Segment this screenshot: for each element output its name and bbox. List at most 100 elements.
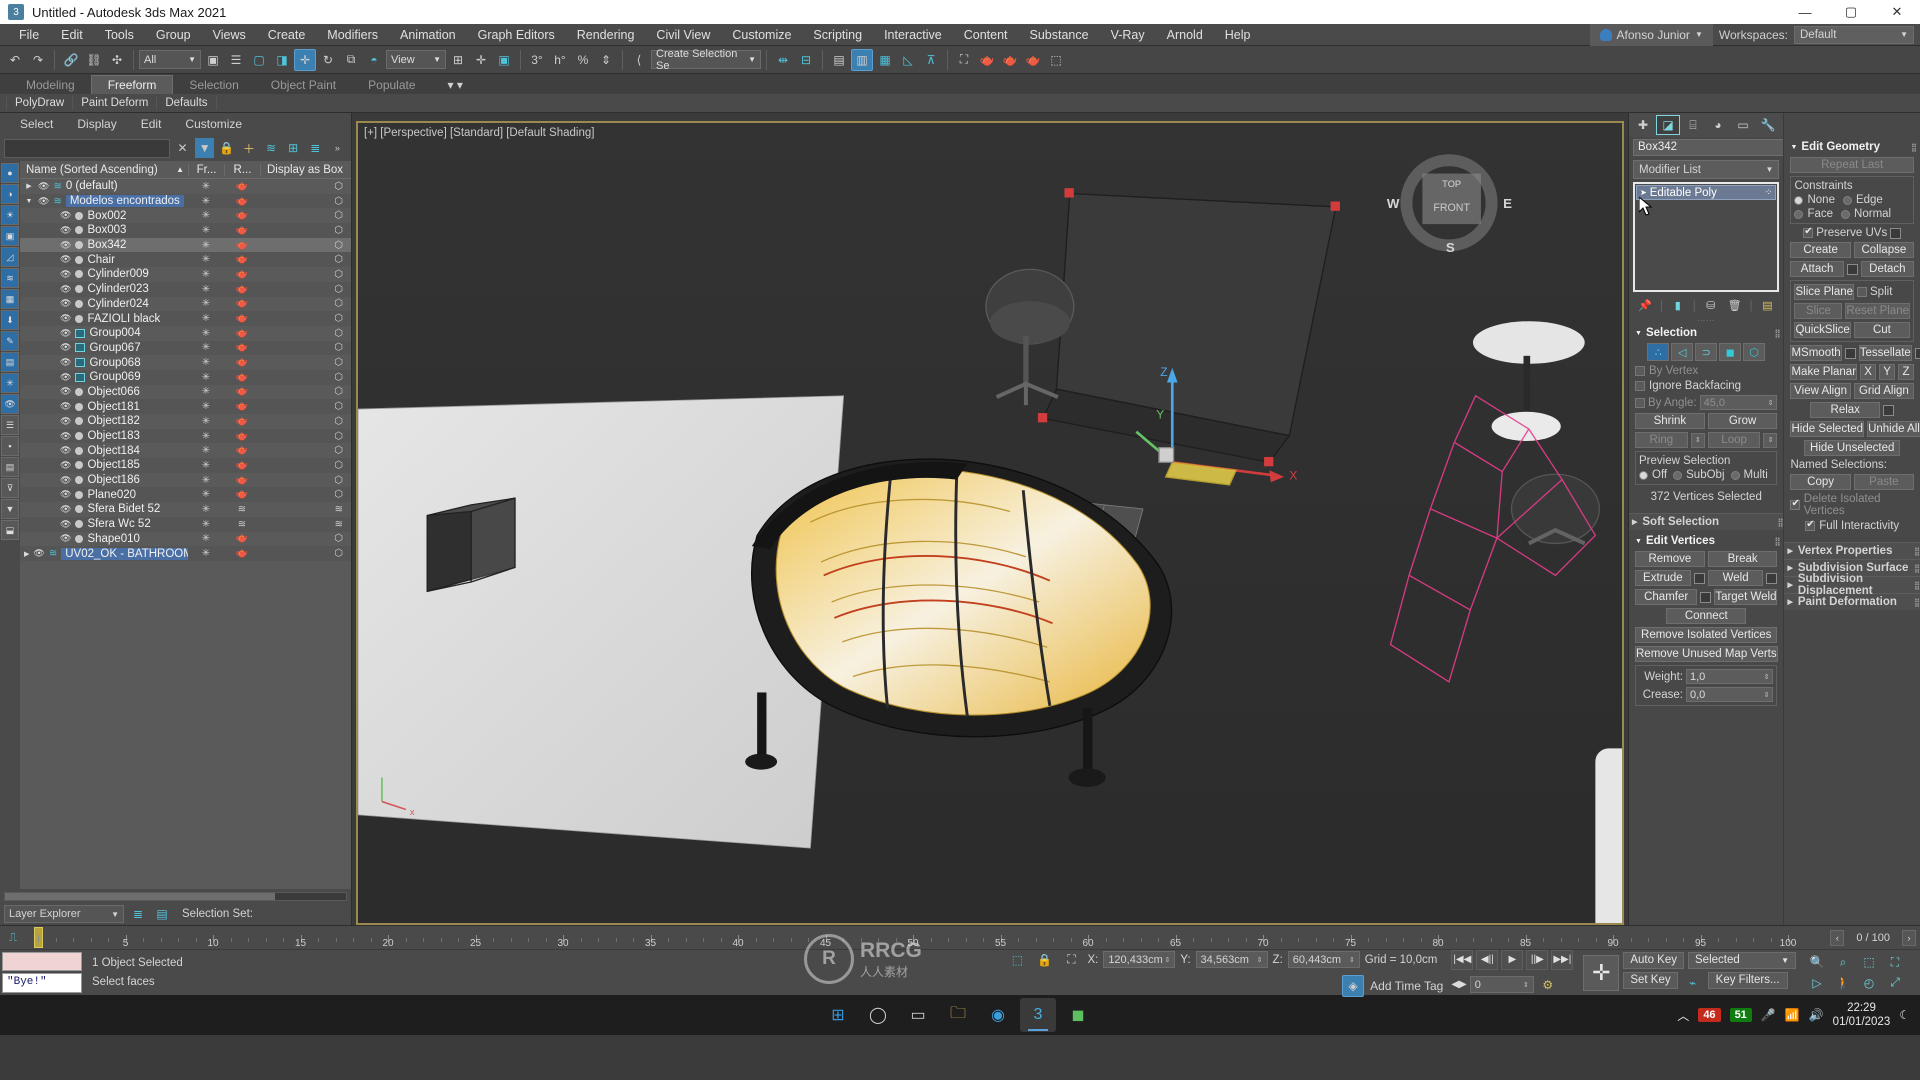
ribbon-subtab-defaults[interactable]: Defaults <box>157 96 217 110</box>
coord-y-input[interactable]: 34,563cm ⇕ <box>1195 951 1268 968</box>
row-name-cell[interactable]: 👁 Cylinder024 <box>20 298 188 310</box>
shrink-button[interactable]: Shrink <box>1635 413 1705 429</box>
select-and-move-icon[interactable]: ✛ <box>294 48 316 71</box>
ignore-backfacing-checkbox[interactable]: Ignore Backfacing <box>1635 380 1777 392</box>
loop-spinner[interactable]: ⇕ <box>1763 432 1778 448</box>
freeze-cell[interactable]: ✳ <box>188 475 224 486</box>
rollout-drag-handle[interactable]: ⣿ <box>1911 143 1917 152</box>
renderable-cell[interactable]: ≋ <box>224 504 260 515</box>
display-as-box-cell[interactable]: ⬡ <box>260 210 351 221</box>
ribbon-tab-selection[interactable]: Selection <box>173 76 254 94</box>
row-name-cell[interactable]: 👁 Group004 <box>20 327 188 339</box>
reference-coordinate-select[interactable]: View ▼ <box>386 50 446 69</box>
menu-item-substance[interactable]: Substance <box>1019 25 1100 45</box>
key-mode-toggle-icon[interactable]: ⌁ <box>1682 972 1704 994</box>
hide-selected-button[interactable]: Hide Selected <box>1790 421 1865 437</box>
renderable-cell[interactable]: 🫖 <box>224 313 260 324</box>
expand-tree-icon[interactable]: ⊞ <box>284 138 303 158</box>
display-as-box-cell[interactable]: ⬡ <box>260 313 351 324</box>
ribbon-subtab-polydraw[interactable]: PolyDraw <box>6 96 74 110</box>
spinner-arrows-icon[interactable]: ⇕ <box>1764 691 1770 699</box>
next-frame-button[interactable]: ||▶ <box>1526 949 1549 970</box>
remove-unused-map-verts-button[interactable]: Remove Unused Map Verts <box>1635 646 1778 662</box>
filter-xrefs-icon[interactable]: ⬇ <box>1 310 19 330</box>
visibility-eye-icon[interactable]: 👁 <box>60 460 71 471</box>
weld-button[interactable]: Weld <box>1707 570 1764 586</box>
select-by-name-icon[interactable]: ☰ <box>225 49 247 71</box>
grid-align-button[interactable]: Grid Align <box>1853 383 1914 399</box>
mirror-icon[interactable]: ⇹ <box>772 49 794 71</box>
table-row[interactable]: 👁 Cylinder024 ✳ 🫖 ⬡ <box>20 297 351 312</box>
row-name-cell[interactable]: 👁 Object182 <box>20 415 188 427</box>
remove-button[interactable]: Remove <box>1635 551 1705 567</box>
moon-notification-icon[interactable]: ☾ <box>1899 1008 1910 1022</box>
spinner-arrows-icon[interactable]: ⇕ <box>1764 673 1770 681</box>
menu-item-v-ray[interactable]: V-Ray <box>1100 25 1156 45</box>
menu-item-file[interactable]: File <box>8 25 50 45</box>
motion-tab[interactable]: ◕ <box>1706 115 1730 135</box>
zoom-region-icon[interactable]: ⛶ <box>1882 952 1908 972</box>
menu-item-scripting[interactable]: Scripting <box>802 25 873 45</box>
row-name-cell[interactable]: 👁 Box003 <box>20 224 188 236</box>
row-name-cell[interactable]: 👁 Cylinder009 <box>20 268 188 280</box>
filter-hidden-icon[interactable]: 👁 <box>1 394 19 414</box>
renderable-cell[interactable]: 🫖 <box>224 196 260 207</box>
preview-off-radio[interactable]: Off <box>1639 469 1667 481</box>
column-display-as-box[interactable]: Display as Box <box>260 163 351 176</box>
utilities-tab[interactable]: 🔧 <box>1756 115 1780 135</box>
display-list-icon[interactable]: ☰ <box>1 415 19 435</box>
display-as-box-cell[interactable]: ⬡ <box>260 386 351 397</box>
remove-isolated-vertices-button[interactable]: Remove Isolated Vertices <box>1635 627 1778 643</box>
hierarchy-tab[interactable]: ⌸ <box>1681 115 1705 135</box>
align-icon[interactable]: ⊟ <box>795 49 817 71</box>
visibility-eye-icon[interactable]: 👁 <box>60 284 71 295</box>
renderable-cell[interactable]: 🫖 <box>224 460 260 471</box>
preserve-uvs-checkbox[interactable] <box>1803 226 1814 238</box>
display-as-box-cell[interactable]: ⬡ <box>260 445 351 456</box>
weld-settings-icon[interactable] <box>1766 572 1778 584</box>
layer-manage-icon[interactable]: ≣ <box>128 904 148 924</box>
spinner-arrows-icon[interactable]: ⇕ <box>1164 956 1170 964</box>
key-filters-button[interactable]: Key Filters... <box>1707 971 1788 989</box>
spinner-arrows-icon[interactable]: ⇕ <box>1695 436 1701 444</box>
filter-helpers-icon[interactable]: ◿ <box>1 247 19 267</box>
visibility-eye-icon[interactable]: 👁 <box>60 431 71 442</box>
renderable-cell[interactable]: 🫖 <box>224 284 260 295</box>
viewport-label[interactable]: [+] [Perspective] [Standard] [Default Sh… <box>364 127 594 139</box>
play-animation-button[interactable]: ▶ <box>1501 949 1524 970</box>
freeze-cell[interactable]: ✳ <box>188 460 224 471</box>
select-and-scale-icon[interactable]: ⧉ <box>340 49 362 71</box>
table-row[interactable]: 👁 Shape010 ✳ 🫖 ⬡ <box>20 532 351 547</box>
hide-unselected-button[interactable]: Hide Unselected <box>1804 440 1901 456</box>
row-name-cell[interactable]: 👁 Group068 <box>20 357 188 369</box>
make-unique-icon[interactable]: ⛁ <box>1702 296 1720 314</box>
freeze-cell[interactable]: ✳ <box>188 504 224 515</box>
table-row[interactable]: 👁 Box003 ✳ 🫖 ⬡ <box>20 223 351 238</box>
freeze-cell[interactable]: ✳ <box>188 386 224 397</box>
menu-item-civil-view[interactable]: Civil View <box>645 25 721 45</box>
selection-lock-icon[interactable]: ⬚ <box>1006 949 1028 971</box>
collapsed-rollout-vertex-properties[interactable]: ▶ Vertex Properties ⣿ <box>1784 542 1920 559</box>
slice-button[interactable]: Slice <box>1794 303 1843 319</box>
renderable-cell[interactable]: 🫖 <box>224 225 260 236</box>
filter-lights-icon[interactable]: ☀ <box>1 205 19 225</box>
display-as-box-cell[interactable]: ⬡ <box>260 240 351 251</box>
table-row[interactable]: 👁 Group004 ✳ 🫖 ⬡ <box>20 326 351 341</box>
filter-cameras-icon[interactable]: ▣ <box>1 226 19 246</box>
rollout-drag-handle[interactable]: ⣿ <box>1914 581 1920 590</box>
table-row[interactable]: ▶ 👁 ≋ 0 (default) ✳ 🫖 ⬡ <box>20 179 351 194</box>
split-checkbox[interactable] <box>1857 287 1868 297</box>
freeze-cell[interactable]: ✳ <box>188 225 224 236</box>
freeze-cell[interactable]: ✳ <box>188 431 224 442</box>
freeze-cell[interactable]: ✳ <box>188 313 224 324</box>
rollout-drag-handle[interactable]: ⣿ <box>1775 329 1781 338</box>
renderable-cell[interactable]: 🫖 <box>224 386 260 397</box>
rollout-drag-handle[interactable]: ⣿ <box>1914 598 1920 607</box>
target-weld-button[interactable]: Target Weld <box>1714 589 1778 605</box>
table-row[interactable]: 👁 Object066 ✳ 🫖 ⬡ <box>20 385 351 400</box>
sort-filter-icon[interactable]: ⊽ <box>1 478 19 498</box>
display-as-box-cell[interactable]: ⬡ <box>260 548 351 559</box>
renderable-cell[interactable]: 🫖 <box>224 548 260 559</box>
display-tab[interactable]: ▭ <box>1731 115 1755 135</box>
undo-icon[interactable]: ↶ <box>4 49 26 71</box>
